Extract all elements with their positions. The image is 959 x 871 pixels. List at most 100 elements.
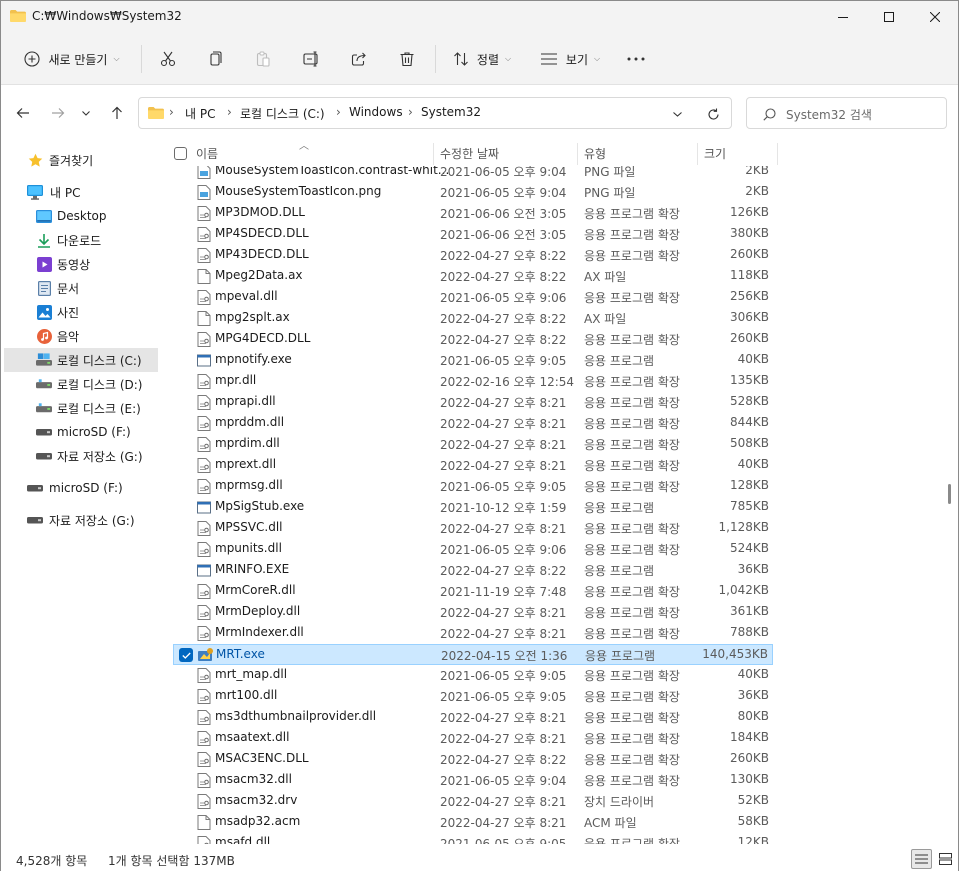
row-checkbox[interactable] [179, 648, 193, 662]
file-type: 응용 프로그램 확장 [584, 627, 680, 641]
file-row[interactable]: MpSigStub.exe 2021-10-12 오후 1:59 응용 프로그램 78… [173, 497, 773, 518]
file-row[interactable]: mrt100.dll 2021-06-05 오후 9:05 응용 프로그램 확장 36… [173, 686, 773, 707]
breadcrumb-this-pc[interactable]: 내 PC [185, 105, 215, 122]
file-row[interactable]: mpg2splt.ax 2022-04-27 오후 8:22 AX 파일 306KB [173, 308, 773, 329]
refresh-button[interactable] [702, 105, 724, 123]
sidebar-item-music[interactable]: 음악 [4, 324, 158, 348]
search-box[interactable]: System32 검색 [746, 97, 947, 129]
file-row[interactable]: mpunits.dll 2021-06-05 오후 9:06 응용 프로그램 확장 5… [173, 539, 773, 560]
file-row[interactable]: MouseSystemToastIcon.png 2021-06-05 오후 9:… [173, 182, 773, 203]
file-row[interactable]: MPSSVC.dll 2022-04-27 오후 8:21 응용 프로그램 확장 1,… [173, 518, 773, 539]
file-row[interactable]: mpnotify.exe 2021-06-05 오후 9:05 응용 프로그램 40K… [173, 350, 773, 371]
file-row[interactable]: mprddm.dll 2022-04-27 오후 8:21 응용 프로그램 확장 84… [173, 413, 773, 434]
sidebar-item-local-disk-e[interactable]: 로컬 디스크 (E:) [4, 396, 158, 420]
details-view-button[interactable] [911, 849, 932, 869]
maximize-button[interactable] [866, 1, 912, 33]
column-divider[interactable] [433, 143, 434, 165]
minimize-button[interactable] [820, 1, 866, 33]
sort-button[interactable]: 정렬 ⌵ [447, 42, 517, 76]
file-row[interactable]: ms3dthumbnailprovider.dll 2022-04-27 오후 8… [173, 707, 773, 728]
more-button[interactable] [621, 42, 651, 76]
scrollbar-thumb[interactable] [948, 484, 951, 504]
file-row[interactable]: mprext.dll 2022-04-27 오후 8:21 응용 프로그램 확장 40… [173, 455, 773, 476]
file-name: MP3DMOD.DLL [215, 205, 305, 219]
file-row[interactable]: mrt_map.dll 2021-06-05 오후 9:05 응용 프로그램 확장 4… [173, 665, 773, 686]
address-bar[interactable]: › 내 PC › 로컬 디스크 (C:) › Windows › System3… [138, 97, 732, 129]
forward-button[interactable] [44, 101, 72, 125]
column-divider[interactable] [697, 143, 698, 165]
close-button[interactable] [912, 1, 958, 33]
breadcrumb-windows[interactable]: Windows [349, 105, 403, 119]
column-size[interactable]: 크기 [704, 145, 726, 162]
file-row[interactable]: mprdim.dll 2022-04-27 오후 8:21 응용 프로그램 확장 50… [173, 434, 773, 455]
file-size: 2KB [745, 184, 769, 198]
file-row[interactable]: msadp32.acm 2022-04-27 오후 8:21 ACM 파일 58KB [173, 812, 773, 833]
address-history-button[interactable] [665, 105, 689, 123]
file-row[interactable]: msaatext.dll 2022-04-27 오후 8:21 응용 프로그램 확장… [173, 728, 773, 749]
new-button[interactable]: 새로 만들기 ⌵ [15, 42, 129, 76]
file-row[interactable]: mprmsg.dll 2021-06-05 오후 9:05 응용 프로그램 확장 12… [173, 476, 773, 497]
title-bar[interactable]: C:₩Windows₩System32 [1, 1, 958, 33]
file-size: 788KB [729, 625, 769, 639]
file-row[interactable]: mpr.dll 2022-02-16 오후 12:54 응용 프로그램 확장 135K… [173, 371, 773, 392]
copy-button[interactable] [200, 42, 230, 76]
sidebar-item-storage-g[interactable]: 자료 저장소 (G:) [4, 444, 158, 468]
dll-file-icon [197, 836, 211, 844]
sidebar-item-desktop[interactable]: Desktop [4, 204, 158, 228]
file-row[interactable]: mprapi.dll 2022-04-27 오후 8:21 응용 프로그램 확장 52… [173, 392, 773, 413]
column-type[interactable]: 유형 [584, 145, 606, 162]
paste-button[interactable] [248, 42, 278, 76]
file-row[interactable]: MrmCoreR.dll 2021-11-19 오후 7:48 응용 프로그램 확장… [173, 581, 773, 602]
sidebar-item-this-pc[interactable]: 내 PC [4, 180, 158, 204]
breadcrumb-local-disk-c[interactable]: 로컬 디스크 (C:) [240, 105, 325, 122]
sidebar-item-microsd-f-root[interactable]: microSD (F:) [4, 476, 158, 500]
file-row[interactable]: msafd.dll 2021-06-05 오후 9:05 응용 프로그램 확장 12K… [173, 833, 773, 844]
sidebar-item-storage-g-root[interactable]: 자료 저장소 (G:) [4, 508, 158, 532]
mrt-app-icon [198, 648, 213, 663]
cut-button[interactable] [153, 42, 183, 76]
sidebar-item-documents[interactable]: 문서 [4, 276, 158, 300]
file-row[interactable]: MrmDeploy.dll 2022-04-27 오후 8:21 응용 프로그램 확… [173, 602, 773, 623]
share-button[interactable] [344, 42, 374, 76]
delete-button[interactable] [392, 42, 422, 76]
breadcrumb-system32[interactable]: System32 [421, 105, 481, 119]
file-row[interactable]: Mpeg2Data.ax 2022-04-27 오후 8:22 AX 파일 118KB [173, 266, 773, 287]
column-name[interactable]: 이름 [196, 145, 218, 162]
file-row[interactable]: msacm32.drv 2022-04-27 오후 8:21 장치 드라이버 52KB [173, 791, 773, 812]
file-row[interactable]: mpeval.dll 2021-06-05 오후 9:06 응용 프로그램 확장 25… [173, 287, 773, 308]
rename-button[interactable] [297, 42, 327, 76]
file-size: 40KB [737, 457, 769, 471]
view-button[interactable]: 보기 ⌵ [535, 42, 605, 76]
file-row[interactable]: MPG4DECD.DLL 2022-04-27 오후 8:22 응용 프로그램 확장… [173, 329, 773, 350]
search-input[interactable]: System32 검색 [786, 106, 872, 123]
back-button[interactable] [9, 101, 37, 125]
column-divider[interactable] [777, 143, 778, 165]
file-row[interactable]: MP3DMOD.DLL 2021-06-06 오전 3:05 응용 프로그램 확장 1… [173, 203, 773, 224]
file-row[interactable]: MP4SDECD.DLL 2021-06-06 오전 3:05 응용 프로그램 확장… [173, 224, 773, 245]
tiles-view-button[interactable] [935, 849, 956, 869]
file-row[interactable]: msacm32.dll 2021-06-05 오후 9:04 응용 프로그램 확장 1… [173, 770, 773, 791]
sidebar-item-favorites[interactable]: 즐겨찾기 [4, 148, 158, 172]
sidebar-item-local-disk-d[interactable]: 로컬 디스크 (D:) [4, 372, 158, 396]
status-bar: 4,528개 항목 1개 항목 선택함 137MB [1, 846, 958, 871]
up-button[interactable] [103, 101, 131, 125]
file-size: 130KB [729, 772, 769, 786]
sidebar-item-pictures[interactable]: 사진 [4, 300, 158, 324]
arrow-up-icon [112, 106, 122, 119]
file-row[interactable]: MP43DECD.DLL 2022-04-27 오후 8:22 응용 프로그램 확장… [173, 245, 773, 266]
column-date[interactable]: 수정한 날짜 [440, 145, 499, 162]
file-row[interactable]: MRT.exe 2022-04-15 오전 1:36 응용 프로그램 140,453K… [173, 644, 773, 665]
file-date: 2022-04-27 오후 8:21 [440, 816, 567, 830]
file-row[interactable]: MrmIndexer.dll 2022-04-27 오후 8:21 응용 프로그램 … [173, 623, 773, 644]
file-row[interactable]: MSAC3ENC.DLL 2022-04-27 오후 8:22 응용 프로그램 확장… [173, 749, 773, 770]
file-row[interactable]: MRINFO.EXE 2022-04-27 오후 8:22 응용 프로그램 36KB [173, 560, 773, 581]
column-divider[interactable] [577, 143, 578, 165]
file-size: 380KB [729, 226, 769, 240]
sidebar-item-downloads[interactable]: 다운로드 [4, 228, 158, 252]
sidebar-item-local-disk-c[interactable]: 로컬 디스크 (C:) [4, 348, 158, 372]
sidebar-item-videos[interactable]: 동영상 [4, 252, 158, 276]
sidebar-item-microsd-f[interactable]: microSD (F:) [4, 420, 158, 444]
file-size: 135KB [729, 373, 769, 387]
select-all-checkbox[interactable] [174, 147, 187, 160]
recent-locations-button[interactable] [74, 101, 98, 125]
